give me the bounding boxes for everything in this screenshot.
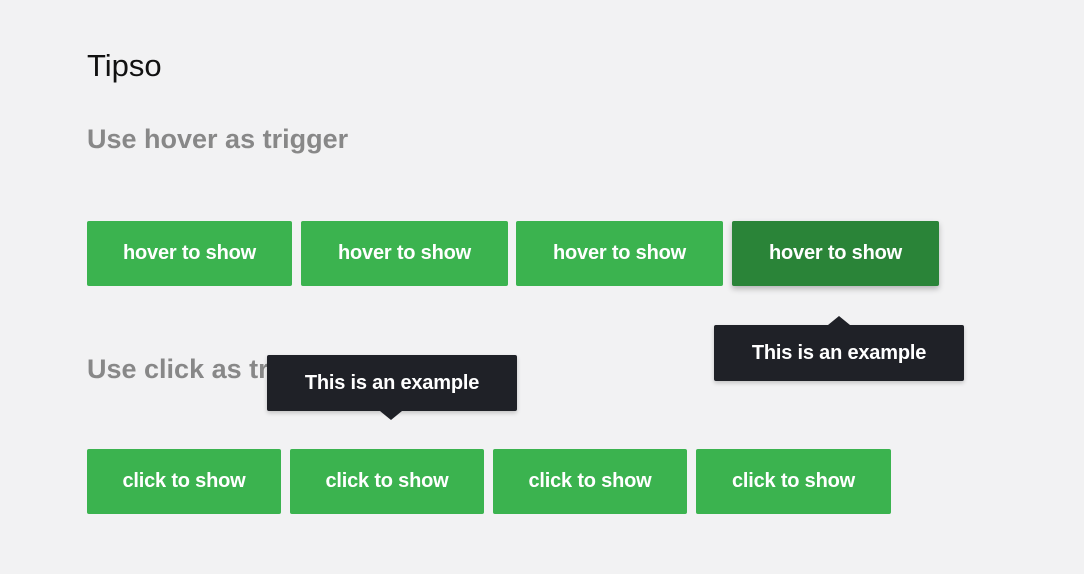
click-tooltip: This is an example <box>267 355 517 420</box>
click-button-4[interactable]: click to show <box>696 449 891 514</box>
click-button-2[interactable]: click to show <box>290 449 484 514</box>
page-title: Tipso <box>87 48 162 83</box>
hover-tooltip-text: This is an example <box>751 341 927 364</box>
tooltip-arrow <box>380 411 402 420</box>
click-tooltip-text: This is an example <box>304 371 480 394</box>
hover-button-3[interactable]: hover to show <box>516 221 723 286</box>
tooltip-arrow <box>828 316 850 325</box>
hover-button-2[interactable]: hover to show <box>301 221 508 286</box>
hover-button-4[interactable]: hover to show <box>732 221 939 286</box>
click-button-1[interactable]: click to show <box>87 449 281 514</box>
click-button-3[interactable]: click to show <box>493 449 687 514</box>
page: Tipso Use hover as trigger hover to show… <box>0 0 1084 574</box>
hover-tooltip: This is an example <box>714 316 964 381</box>
hover-button-1[interactable]: hover to show <box>87 221 292 286</box>
hover-section-heading: Use hover as trigger <box>87 124 349 154</box>
